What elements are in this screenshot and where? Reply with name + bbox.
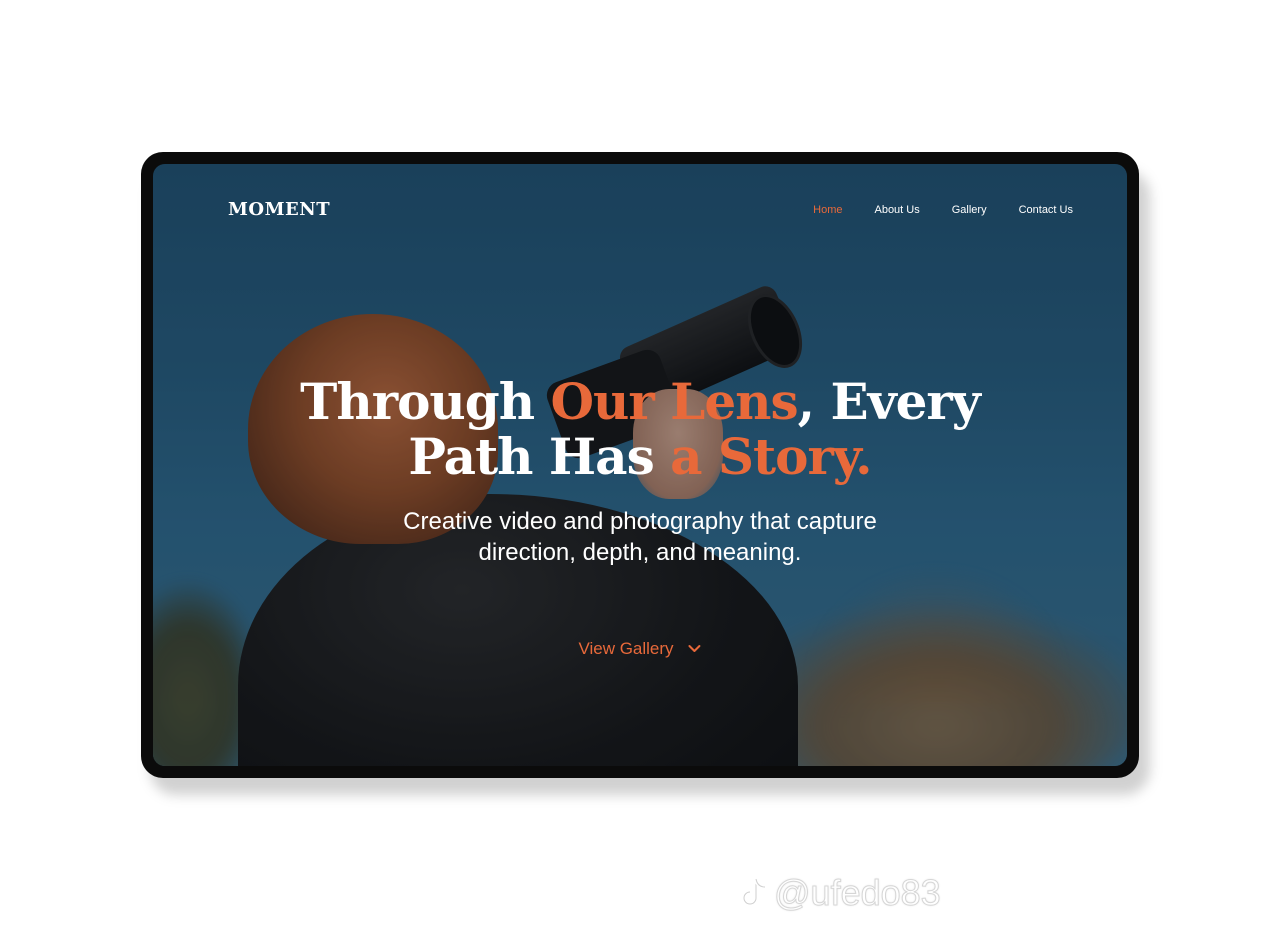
nav-about-us[interactable]: About Us <box>874 204 919 216</box>
headline-text-1: Through <box>300 372 551 431</box>
page: MOMENT Home About Us Gallery Contact Us … <box>0 0 1280 931</box>
device-frame: MOMENT Home About Us Gallery Contact Us … <box>141 152 1139 778</box>
subtitle-line-1: Creative video and photography that capt… <box>403 508 877 535</box>
view-gallery-button[interactable]: View Gallery <box>578 639 701 659</box>
tiktok-icon <box>742 876 767 906</box>
nav-contact-us[interactable]: Contact Us <box>1019 204 1073 216</box>
watermark-handle: @ufedo83 <box>774 872 942 914</box>
headline-text-2: , Every <box>797 372 981 431</box>
nav-links: Home About Us Gallery Contact Us <box>813 204 1073 216</box>
hero-headline: Through Our Lens, Every Path Has a Story… <box>153 374 1127 484</box>
logo[interactable]: MOMENT <box>228 199 330 220</box>
subtitle-line-2: direction, depth, and meaning. <box>478 539 802 566</box>
hero-section: Through Our Lens, Every Path Has a Story… <box>153 374 1127 568</box>
nav-gallery[interactable]: Gallery <box>952 204 987 216</box>
headline-accent-1: Our Lens <box>550 372 799 431</box>
headline-accent-2: a Story. <box>670 427 872 486</box>
headline-text-3: Path Has <box>408 427 671 486</box>
hero-subtitle: Creative video and photography that capt… <box>153 506 1127 568</box>
navbar: MOMENT Home About Us Gallery Contact Us <box>153 164 1127 264</box>
view-gallery-label: View Gallery <box>578 639 674 658</box>
chevron-down-icon <box>688 645 701 652</box>
website-screen: MOMENT Home About Us Gallery Contact Us … <box>153 164 1127 766</box>
watermark: @ufedo83 <box>738 872 941 914</box>
nav-home[interactable]: Home <box>813 204 842 216</box>
